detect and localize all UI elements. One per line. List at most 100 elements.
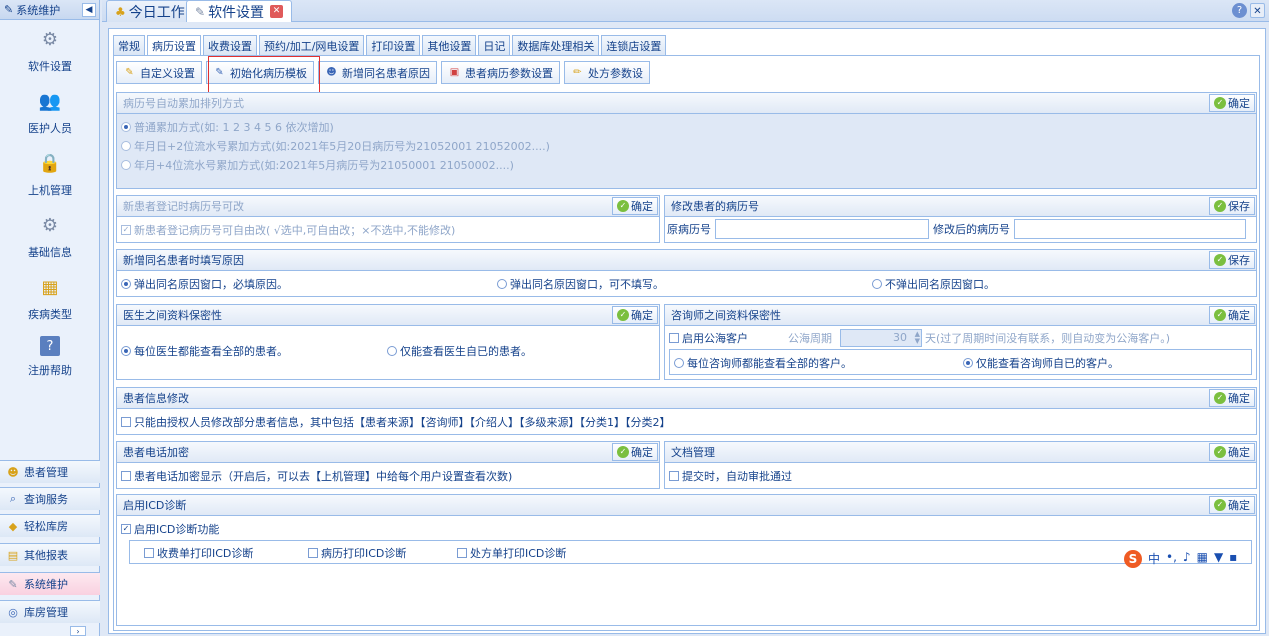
new-number-input[interactable] <box>1014 219 1246 239</box>
confirm-button[interactable]: ✓ 确定 <box>612 443 658 461</box>
tab-database[interactable]: 数据库处理相关 <box>512 35 600 55</box>
sidebar-item-software-settings[interactable]: ⚙ 软件设置 <box>0 20 100 82</box>
close-icon[interactable]: ✕ <box>270 5 284 18</box>
radio-option[interactable]: 普通累加方式(如: 1 2 3 4 5 6 依次增加) <box>121 117 1252 136</box>
tab-diary[interactable]: 日记 <box>478 35 511 55</box>
lock-icon: 🔒 <box>38 152 62 174</box>
radio-icon <box>963 357 973 368</box>
modify-number-panel: 修改患者的病历号 ✓ 保存 原病历号 修改后的病历号 <box>664 195 1257 243</box>
checkbox-option[interactable]: ✓ 启用ICD诊断功能 <box>121 519 1252 538</box>
sidebar-item-label: 医护人员 <box>28 122 72 135</box>
close-icon[interactable]: ✕ <box>1250 3 1265 18</box>
ime-language[interactable]: 中 <box>1148 550 1160 568</box>
radio-option[interactable]: 仅能查看医生自已的患者。 <box>387 341 532 360</box>
radio-option[interactable]: 不弹出同名原因窗口。 <box>872 274 995 293</box>
microphone-icon[interactable]: ♪ <box>1183 550 1191 568</box>
panel-body: ✓ 新患者登记病历号可自由改( √选中,可自由改；×不选中,不能修改) <box>117 217 659 242</box>
sidebar-item-help[interactable]: ? 注册帮助 <box>0 330 100 392</box>
punctuation-icon[interactable]: •, <box>1166 550 1177 568</box>
collapse-button[interactable]: ◀ <box>82 2 96 17</box>
confirm-button[interactable]: ✓ 确定 <box>1209 389 1255 407</box>
checkbox-option[interactable]: ✓ 新患者登记病历号可自由改( √选中,可自由改；×不选中,不能修改) <box>121 220 655 239</box>
confirm-button[interactable]: ✓ 确定 <box>1209 496 1255 514</box>
gear-icon: ✎ <box>195 4 206 19</box>
checkbox-option[interactable]: 提交时，自动审批通过 <box>669 466 1252 485</box>
radio-option[interactable]: 弹出同名原因窗口，必填原因。 <box>121 274 288 293</box>
accordion-label: 系统维护 <box>24 578 68 591</box>
checkbox-icon: ✓ <box>121 523 131 534</box>
tab-chain-store[interactable]: 连锁店设置 <box>601 35 667 55</box>
sidebar-item-login-manage[interactable]: 🔒 上机管理 <box>0 144 100 206</box>
help-icon[interactable]: ? <box>1232 3 1247 18</box>
radio-option[interactable]: 每位医生都能查看全部的患者。 <box>121 341 288 360</box>
custom-settings-button[interactable]: ✎ 自定义设置 <box>116 61 202 84</box>
checkbox-option[interactable]: 病历打印ICD诊断 <box>308 543 406 562</box>
accordion-label: 患者管理 <box>24 466 68 479</box>
skin-icon[interactable]: ▼ <box>1214 550 1223 568</box>
accordion-label: 轻松库房 <box>24 520 68 533</box>
prescription-params-button[interactable]: ✏ 处方参数设 <box>564 61 650 84</box>
tab-print[interactable]: 打印设置 <box>366 35 421 55</box>
spinner-icon[interactable]: ▲ ▼ <box>915 330 920 345</box>
checkbox-option[interactable]: 处方单打印ICD诊断 <box>457 543 566 562</box>
confirm-button[interactable]: ✓ 确定 <box>1209 443 1255 461</box>
field-label: 修改后的病历号 <box>933 223 1010 236</box>
sidebar-item-staff[interactable]: 👥 医护人员 <box>0 82 100 144</box>
expand-icon[interactable]: › <box>70 626 86 636</box>
sidebar-item-label: 注册帮助 <box>28 364 72 377</box>
tab-label: 今日工作 <box>128 4 185 21</box>
radio-icon <box>387 345 397 356</box>
sidebar-item-disease-type[interactable]: ▦ 疾病类型 <box>0 268 100 330</box>
checkbox-icon <box>669 470 679 481</box>
tab-other[interactable]: 其他设置 <box>422 35 477 55</box>
panel-header: 启用ICD诊断 ✓ 确定 <box>117 495 1256 516</box>
checkbox-icon: ✓ <box>121 224 131 235</box>
tab-charge[interactable]: 收费设置 <box>203 35 257 55</box>
radio-option[interactable]: 弹出同名原因窗口，可不填写。 <box>497 274 664 293</box>
option-label: 普通累加方式(如: 1 2 3 4 5 6 依次增加) <box>134 120 334 134</box>
confirm-button[interactable]: ✓ 确定 <box>612 306 658 324</box>
original-number-input[interactable] <box>715 219 929 239</box>
tab-appointment[interactable]: 预约/加工/网电设置 <box>259 35 365 55</box>
panel-body: ✓ 启用ICD诊断功能 收费单打印ICD诊断 病历打印ICD诊断 处方单打印ICD… <box>117 516 1256 567</box>
confirm-button[interactable]: ✓ 确定 <box>1209 94 1255 112</box>
save-button[interactable]: ✓ 保存 <box>1209 251 1255 269</box>
check-icon: ✓ <box>617 309 629 321</box>
radio-option[interactable]: 每位咨询师都能查看全部的客户。 <box>674 353 852 372</box>
accordion-system[interactable]: ✎ 系统维护 <box>0 572 100 595</box>
tab-today-work[interactable]: ♣ 今日工作 <box>106 0 194 22</box>
tab-medical-record[interactable]: 病历设置 <box>147 35 201 56</box>
add-same-name-reason-button[interactable]: ☻ 新增同名患者原因 <box>318 61 437 84</box>
window-controls: ? ✕ <box>1232 3 1265 18</box>
ime-logo-icon[interactable]: S <box>1124 550 1142 568</box>
accordion-warehouse[interactable]: ◎ 库房管理 <box>0 600 100 623</box>
button-label: 患者病历参数设置 <box>465 66 553 80</box>
tab-general[interactable]: 常规 <box>113 35 145 55</box>
sidebar-item-basic-info[interactable]: ⚙ 基础信息 <box>0 206 100 268</box>
accordion-easy-storage[interactable]: ◆ 轻松库房 <box>0 514 100 537</box>
checkbox-option[interactable]: 患者电话加密显示（开启后，可以去【上机管理】中给每个用户设置查看次数) <box>121 466 655 485</box>
confirm-button[interactable]: ✓ 确定 <box>612 197 658 215</box>
keyboard-icon[interactable]: ▦ <box>1197 550 1208 568</box>
save-button[interactable]: ✓ 保存 <box>1209 197 1255 215</box>
check-icon: ✓ <box>1214 446 1226 458</box>
panel-title: 文档管理 <box>671 446 715 459</box>
option-label: 仅能查看医生自已的患者。 <box>400 344 532 358</box>
same-name-panel: 新增同名患者时填写原因 ✓ 保存 弹出同名原因窗口，必填原因。 弹出同名原因窗口，… <box>116 249 1257 297</box>
checkbox-icon <box>121 416 131 427</box>
record-params-button[interactable]: ▣ 患者病历参数设置 <box>441 61 560 84</box>
confirm-button[interactable]: ✓ 确定 <box>1209 306 1255 324</box>
radio-option[interactable]: 仅能查看咨询师自已的客户。 <box>963 353 1119 372</box>
period-stepper[interactable]: 30 ▲ ▼ <box>840 328 922 347</box>
checkbox-icon[interactable] <box>669 332 679 343</box>
radio-option[interactable]: 年月+4位流水号累加方式(如:2021年5月病历号为21050001 21050… <box>121 155 1252 174</box>
tab-software-settings[interactable]: ✎ 软件设置 ✕ <box>186 0 293 22</box>
radio-option[interactable]: 年月日+2位流水号累加方式(如:2021年5月20日病历号为21052001 2… <box>121 136 1252 155</box>
accordion-patients[interactable]: ☻ 患者管理 <box>0 460 100 483</box>
apps-icon[interactable]: ▪ <box>1229 550 1237 568</box>
checkbox-option[interactable]: 收费单打印ICD诊断 <box>144 543 253 562</box>
option-label: 启用ICD诊断功能 <box>134 522 220 536</box>
accordion-reports[interactable]: ▤ 其他报表 <box>0 543 100 566</box>
checkbox-option[interactable]: 只能由授权人员修改部分患者信息，其中包括【患者来源】【咨询师】【介绍人】【多级来… <box>121 412 1252 431</box>
accordion-query[interactable]: ⌕ 查询服务 <box>0 487 100 510</box>
